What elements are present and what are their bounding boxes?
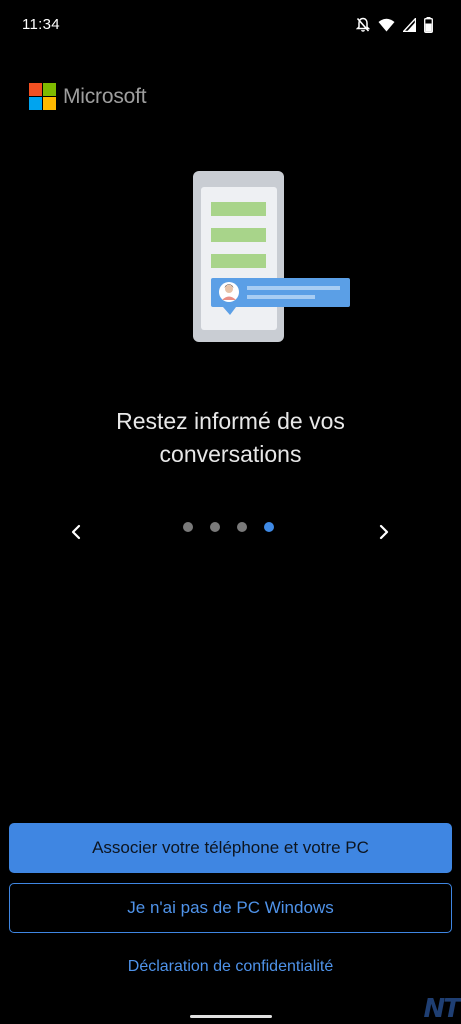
- chevron-left-icon: [71, 524, 81, 540]
- privacy-statement-link[interactable]: Déclaration de confidentialité: [0, 958, 461, 976]
- chevron-right-icon: [379, 524, 389, 540]
- microsoft-wordmark: Microsoft: [63, 84, 147, 108]
- page-indicator-dots: [183, 522, 274, 532]
- status-bar: 11:34: [0, 0, 461, 50]
- page-dot-4[interactable]: [264, 522, 274, 532]
- page-dot-1[interactable]: [183, 522, 193, 532]
- phone-conversation-illustration: [190, 170, 355, 345]
- logo-square-blue: [29, 97, 42, 110]
- logo-square-green: [43, 83, 56, 96]
- microsoft-logo-icon: [29, 83, 56, 110]
- phone-illustration-icon: [193, 171, 350, 342]
- battery-icon: [424, 17, 433, 33]
- page-dot-2[interactable]: [210, 522, 220, 532]
- next-page-button[interactable]: [372, 520, 396, 544]
- status-time: 11:34: [22, 16, 60, 33]
- notifications-off-icon: [356, 17, 370, 33]
- logo-square-yellow: [43, 97, 56, 110]
- onboarding-headline: Restez informé de vos conversations: [116, 408, 345, 467]
- signal-icon: [403, 18, 416, 32]
- link-phone-and-pc-button[interactable]: Associer votre téléphone et votre PC: [9, 823, 452, 873]
- wifi-icon: [378, 18, 395, 32]
- page-dot-3[interactable]: [237, 522, 247, 532]
- status-icons: [356, 15, 433, 35]
- previous-page-button[interactable]: [64, 520, 88, 544]
- nt-watermark-logo: NT: [423, 994, 461, 1024]
- no-windows-pc-button[interactable]: Je n'ai pas de PC Windows: [9, 883, 452, 933]
- logo-square-red: [29, 83, 42, 96]
- microsoft-logo: Microsoft: [29, 83, 147, 110]
- home-indicator[interactable]: [190, 1015, 272, 1018]
- onboarding-pager: [0, 512, 461, 552]
